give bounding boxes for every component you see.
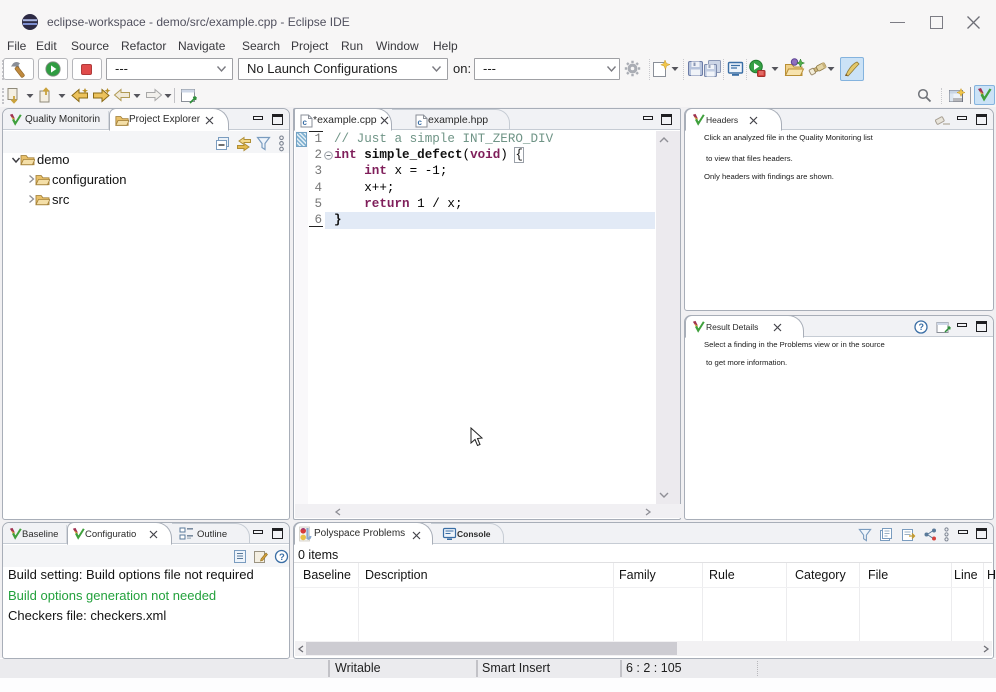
svg-text:?: ? xyxy=(919,322,925,332)
svg-text:c: c xyxy=(303,118,308,127)
svg-text:?: ? xyxy=(279,552,285,563)
